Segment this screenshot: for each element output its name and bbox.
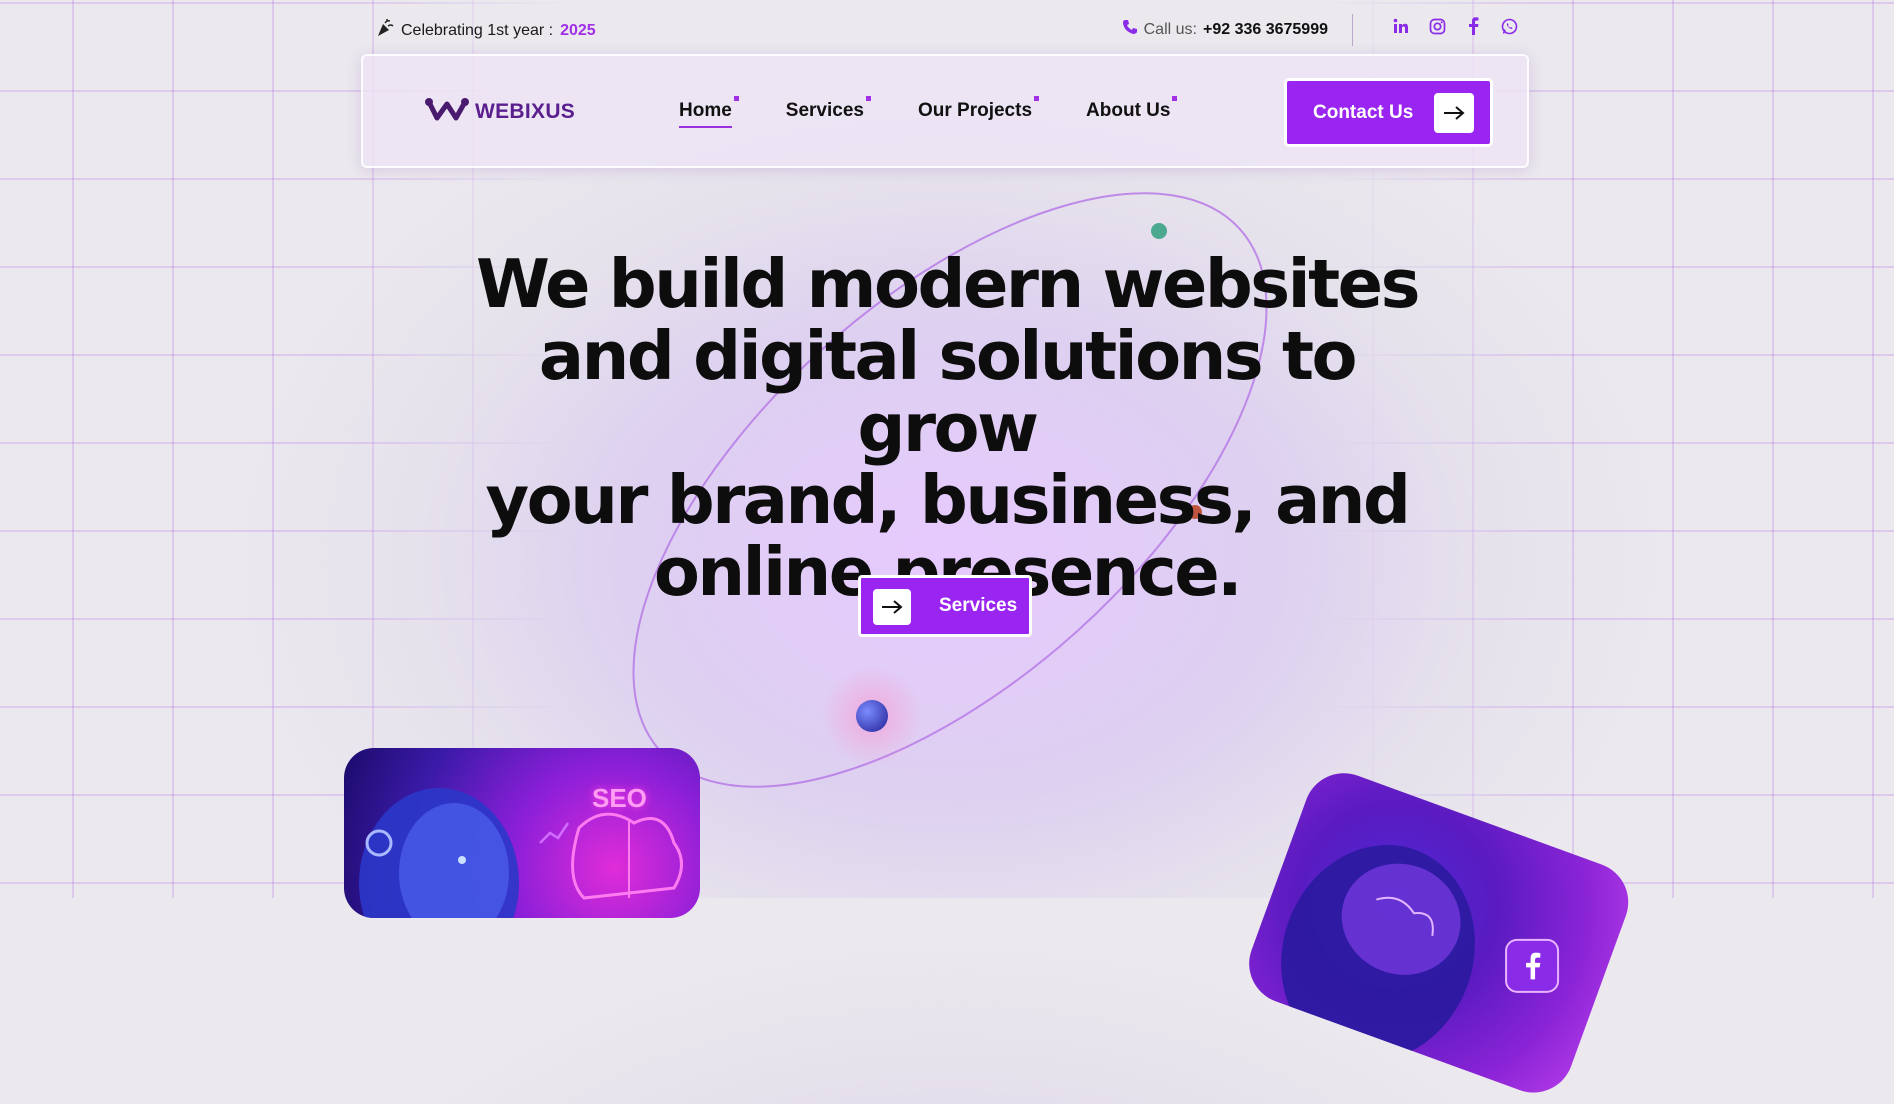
nav-item-label: Home bbox=[679, 100, 732, 121]
party-popper-icon bbox=[376, 19, 394, 42]
contact-us-button[interactable]: Contact Us bbox=[1284, 78, 1493, 147]
nav-item-home[interactable]: Home bbox=[679, 96, 739, 128]
nav-item-our-projects[interactable]: Our Projects bbox=[917, 96, 1040, 128]
facebook-icon[interactable] bbox=[1464, 17, 1482, 35]
instagram-icon[interactable] bbox=[1428, 17, 1446, 35]
robot-head-illustration bbox=[359, 788, 683, 918]
arrow-right-icon bbox=[1434, 93, 1474, 133]
nav-dot bbox=[733, 96, 739, 101]
services-cta-label: Services bbox=[939, 595, 1018, 616]
arrow-right-icon bbox=[873, 589, 911, 625]
phone-icon bbox=[1122, 19, 1138, 40]
nav-item-label: Our Projects bbox=[917, 100, 1033, 121]
contact-us-label: Contact Us bbox=[1313, 101, 1414, 123]
orbit-planet-blue bbox=[856, 700, 888, 732]
nav-item-label: About Us bbox=[1086, 100, 1171, 121]
seo-badge: SEO bbox=[592, 783, 647, 813]
phone-number[interactable]: +92 336 3675999 bbox=[1203, 21, 1328, 39]
hero-title-line: We build modern websites bbox=[476, 245, 1420, 323]
main-navbar: WEBIXUS Home Services Our Projects About… bbox=[361, 54, 1529, 168]
hero-title-line: and digital solutions to grow bbox=[538, 317, 1358, 467]
orbit-glow bbox=[822, 666, 922, 766]
nav-item-about-us[interactable]: About Us bbox=[1086, 96, 1178, 128]
social-ai-card bbox=[1237, 762, 1640, 1104]
nav-dot bbox=[1172, 96, 1178, 101]
orbit-planet-green bbox=[1151, 223, 1167, 239]
social-links bbox=[1392, 17, 1518, 35]
divider bbox=[1352, 14, 1353, 46]
call-label: Call us: bbox=[1143, 20, 1197, 38]
celebration-notice: Celebrating 1st year : 2025 bbox=[376, 19, 596, 42]
nav-dot bbox=[865, 96, 871, 101]
seo-ai-card: SEO bbox=[344, 748, 700, 918]
facebook-badge-icon bbox=[1505, 938, 1560, 993]
services-cta-button[interactable]: Services bbox=[858, 575, 1032, 637]
hero-title: We build modern websites and digital sol… bbox=[447, 248, 1447, 608]
logo-mark-icon bbox=[425, 96, 471, 128]
nav-links: Home Services Our Projects About Us bbox=[679, 96, 1224, 128]
nav-dot bbox=[1034, 96, 1040, 101]
logo-text: WEBIXUS bbox=[475, 100, 576, 123]
nav-item-label: Services bbox=[785, 100, 864, 121]
call-info[interactable]: Call us: +92 336 3675999 bbox=[1122, 19, 1328, 40]
celebration-year: 2025 bbox=[560, 21, 596, 39]
human-head-illustration bbox=[1281, 845, 1475, 1062]
celebration-text: Celebrating 1st year : bbox=[401, 21, 554, 39]
linkedin-icon[interactable] bbox=[1392, 17, 1410, 35]
top-bar: Celebrating 1st year : 2025 Call us: +92… bbox=[376, 14, 1518, 46]
nav-item-services[interactable]: Services bbox=[785, 96, 871, 128]
whatsapp-icon[interactable] bbox=[1500, 17, 1518, 35]
logo[interactable]: WEBIXUS bbox=[425, 96, 575, 128]
hero-title-line: your brand, business, and bbox=[485, 461, 1411, 539]
